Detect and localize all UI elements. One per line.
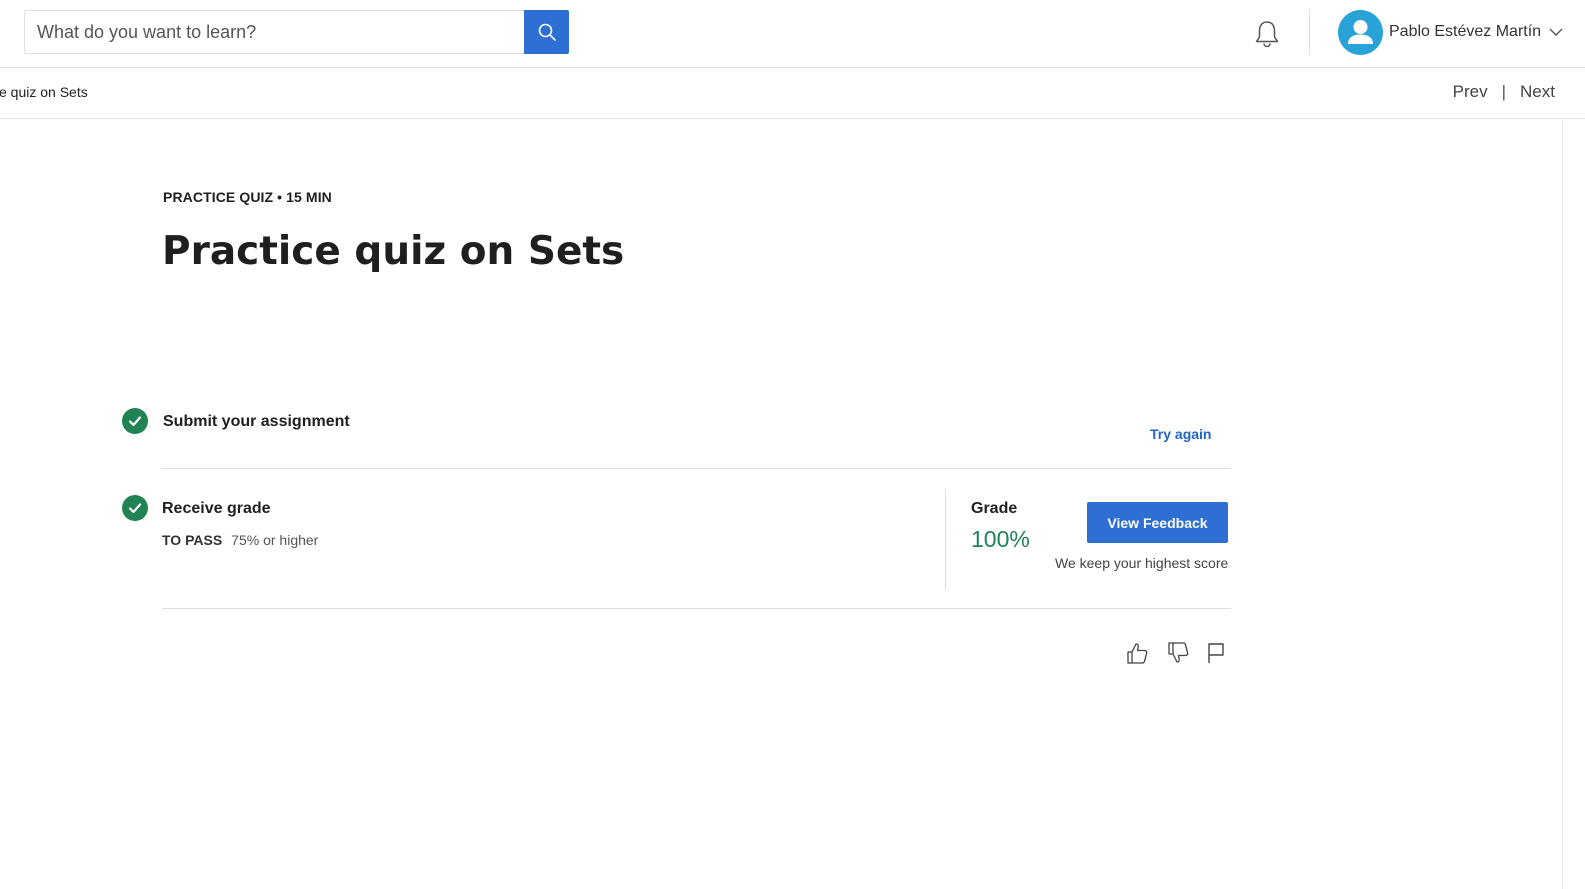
breadcrumb: ce quiz on Sets — [0, 84, 88, 100]
search-input[interactable] — [24, 10, 525, 54]
item-type-label: PRACTICE QUIZ • 15 MIN — [163, 189, 332, 205]
highest-score-note: We keep your highest score — [1055, 555, 1229, 571]
grade-divider — [945, 489, 946, 590]
search-button[interactable] — [524, 10, 569, 54]
top-bar: Pablo Estévez Martín — [0, 0, 1585, 68]
prev-next-nav: Prev | Next — [1453, 82, 1555, 102]
user-name[interactable]: Pablo Estévez Martín — [1389, 23, 1541, 41]
view-feedback-button[interactable]: View Feedback — [1087, 502, 1228, 543]
sub-navigation: ce quiz on Sets Prev | Next — [0, 68, 1585, 119]
to-pass-value: 75% or higher — [231, 532, 319, 548]
user-menu[interactable]: Pablo Estévez Martín — [1338, 9, 1563, 55]
check-icon — [122, 495, 148, 521]
next-link[interactable]: Next — [1520, 82, 1555, 102]
grade-value: 100% — [971, 526, 1030, 552]
thumbs-down-icon — [1168, 642, 1189, 663]
like-button[interactable] — [1124, 640, 1150, 666]
dislike-button[interactable] — [1165, 640, 1191, 666]
user-avatar-icon — [1348, 19, 1373, 44]
section-divider — [162, 608, 1231, 609]
step-submit-title: Submit your assignment — [163, 413, 350, 430]
chevron-down-icon[interactable] — [1549, 27, 1563, 37]
report-button[interactable] — [1203, 640, 1229, 666]
search-bar — [24, 10, 569, 54]
search-icon — [538, 23, 556, 41]
header-divider — [1309, 9, 1310, 55]
step-receive-grade-title: Receive grade — [162, 500, 271, 517]
avatar[interactable] — [1338, 9, 1383, 55]
page-title: Practice quiz on Sets — [162, 229, 625, 274]
breadcrumb-item[interactable]: ce quiz on Sets — [0, 84, 88, 100]
grade-label: Grade — [971, 500, 1018, 517]
flag-icon — [1208, 643, 1224, 663]
prev-link[interactable]: Prev — [1453, 82, 1488, 102]
to-pass-label: TO PASS — [162, 532, 223, 548]
notifications-button[interactable] — [1252, 18, 1282, 50]
section-divider — [162, 468, 1231, 469]
thumbs-up-icon — [1127, 643, 1148, 664]
scrollbar-track[interactable] — [1562, 120, 1563, 889]
try-again-link[interactable]: Try again — [1150, 426, 1211, 442]
nav-separator: | — [1501, 82, 1507, 101]
check-icon — [122, 408, 148, 434]
bell-icon — [1255, 21, 1279, 48]
pass-requirement: TO PASS 75% or higher — [162, 532, 318, 548]
